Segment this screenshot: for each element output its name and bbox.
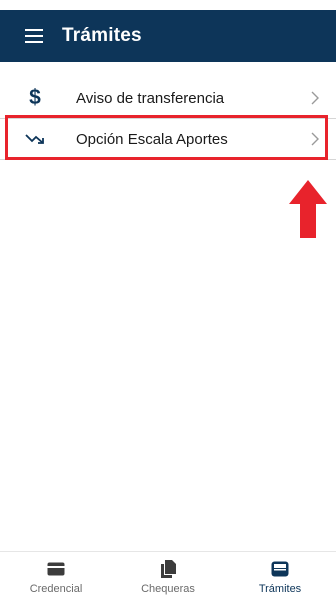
bottom-navigation: Credencial Chequeras Trámites <box>0 551 336 600</box>
documents-icon <box>160 558 176 580</box>
list-item-aviso-transferencia[interactable]: $ Aviso de transferencia <box>0 78 336 119</box>
arrow-up-icon <box>289 180 327 238</box>
dollar-icon: $ <box>29 86 41 109</box>
chevron-right-icon <box>306 88 324 108</box>
tab-label: Chequeras <box>141 582 195 595</box>
card-icon <box>47 558 65 580</box>
tab-label: Credencial <box>29 582 83 595</box>
hamburger-icon <box>25 29 43 43</box>
procedures-list: $ Aviso de transferencia Opción Escala A… <box>0 78 336 160</box>
trending-down-icon <box>3 119 67 159</box>
page-title: Trámites <box>62 25 142 46</box>
list-item-label: Opción Escala Aportes <box>76 130 228 148</box>
app-bar: Trámites <box>0 10 336 62</box>
chevron-right-icon <box>306 129 324 149</box>
tab-chequeras[interactable]: Chequeras <box>112 552 224 600</box>
tab-credencial[interactable]: Credencial <box>0 552 112 600</box>
list-item-label: Aviso de transferencia <box>76 89 225 107</box>
list-item-opcion-escala-aportes[interactable]: Opción Escala Aportes <box>0 119 336 160</box>
inbox-tray-icon <box>271 558 289 580</box>
tab-label: Trámites <box>258 582 302 595</box>
tab-tramites[interactable]: Trámites <box>224 552 336 600</box>
hamburger-menu-button[interactable] <box>10 10 58 62</box>
status-bar <box>0 0 336 10</box>
